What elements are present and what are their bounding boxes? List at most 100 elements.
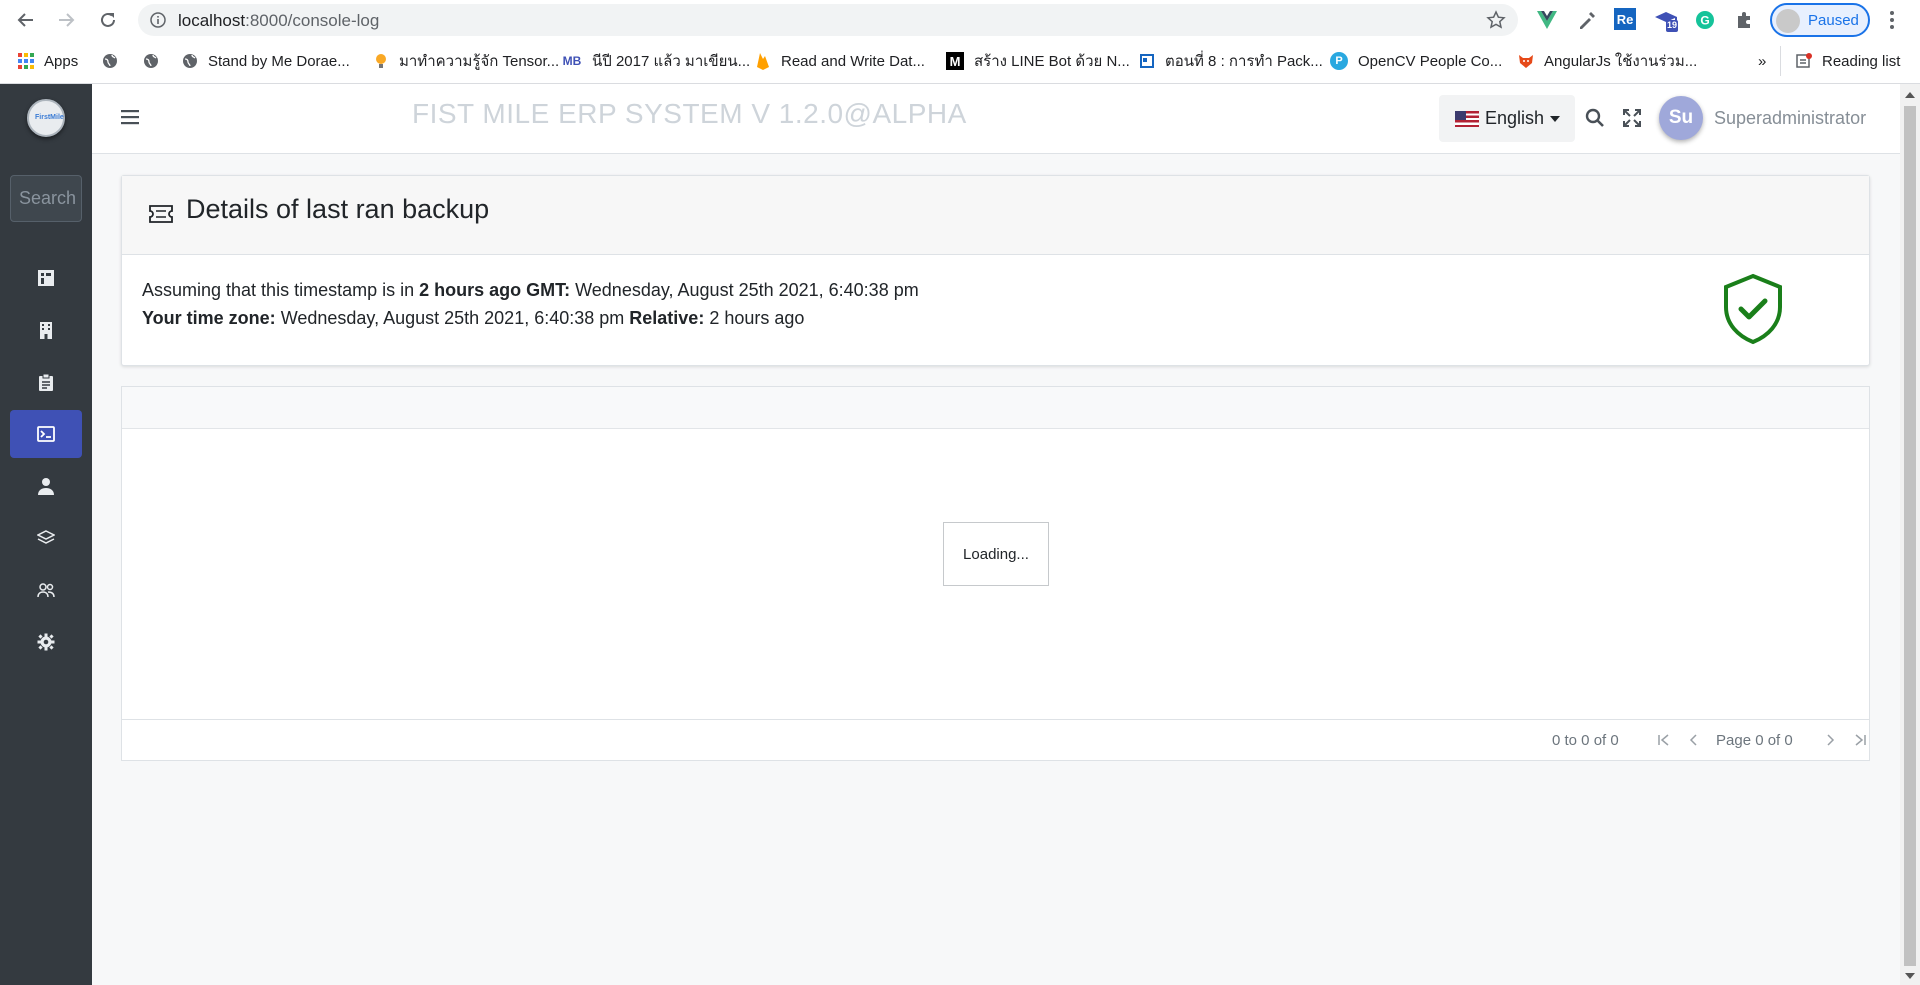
caret-down-icon (1550, 115, 1561, 122)
timestamp-line: Assuming that this timestamp is in 2 hou… (142, 280, 919, 300)
timezone-line: Your time zone: Wednesday, August 25th 2… (142, 308, 805, 328)
bookmark-angularjs[interactable]: AngularJs ใช้งานร่วม... (1518, 50, 1697, 72)
reading-list-icon (1796, 53, 1812, 69)
user-name[interactable]: Superadministrator (1714, 108, 1866, 129)
globe-icon (182, 53, 198, 69)
globe-icon (102, 53, 118, 69)
backup-details-text: Assuming that this timestamp is in 2 hou… (142, 276, 919, 332)
previous-page-icon[interactable] (1686, 732, 1702, 748)
fox-icon (1518, 53, 1534, 69)
mb-logo-icon: MB (562, 54, 582, 68)
puzzle-extensions-icon[interactable] (1733, 8, 1757, 32)
console-log-grid: Loading... 0 to 0 of 0 Page 0 of 0 (121, 386, 1870, 761)
bookmark-read-write[interactable]: Read and Write Dat... (755, 50, 925, 72)
url-text: localhost:8000/console-log (178, 11, 380, 30)
graduation-cap-icon[interactable]: 19 (1654, 8, 1678, 32)
user-icon (38, 478, 54, 495)
fullscreen-icon[interactable] (1622, 108, 1642, 128)
card-title: Details of last ran backup (186, 194, 490, 224)
layers-icon (37, 530, 55, 544)
avatar[interactable]: Su (1659, 96, 1703, 140)
app-logo[interactable]: FirstMile (27, 99, 65, 137)
bookmark-globe-1[interactable] (102, 50, 128, 72)
bookmark-2017[interactable]: MB นีปี 2017 แล้ว มาเขียน... (562, 50, 751, 72)
re-extension-icon[interactable]: Re (1614, 8, 1636, 30)
sidebar-item-layers[interactable] (10, 514, 82, 562)
forward-button[interactable] (54, 8, 78, 32)
page-scrollbar[interactable] (1900, 84, 1920, 985)
bookmark-line-bot[interactable]: M สร้าง LINE Bot ด้วย N... (946, 50, 1130, 72)
app-sidebar: FirstMile Search (0, 84, 92, 985)
next-page-icon[interactable] (1822, 732, 1838, 748)
medium-icon: M (946, 52, 964, 70)
sidebar-item-1[interactable] (10, 254, 82, 302)
bookmark-opencv[interactable]: P OpenCV People Co... (1330, 50, 1502, 72)
browser-chrome: localhost:8000/console-log Re 19 G Pause… (0, 0, 1920, 84)
sidebar-item-settings[interactable] (10, 618, 82, 666)
scroll-up-icon[interactable] (1905, 92, 1915, 98)
reload-icon (101, 12, 115, 27)
article-icon (1139, 53, 1155, 69)
bookmark-globe-2[interactable] (143, 50, 169, 72)
hamburger-menu-icon[interactable] (120, 108, 140, 126)
row-range: 0 to 0 of 0 (1552, 732, 1619, 749)
pyimagesearch-icon: P (1330, 52, 1348, 70)
card-header: Details of last ran backup (122, 176, 1869, 255)
page-info: Page 0 of 0 (1716, 732, 1793, 749)
language-dropdown[interactable]: English (1439, 95, 1575, 142)
gear-icon (37, 633, 55, 651)
back-arrow-icon (17, 13, 33, 27)
info-icon (150, 12, 166, 28)
grid-header (122, 387, 1869, 429)
sidebar-search-input[interactable]: Search (10, 175, 82, 222)
bookmark-doraemon[interactable]: Stand by Me Dorae... (182, 50, 350, 72)
sidebar-item-user[interactable] (10, 462, 82, 510)
sidebar-item-users[interactable] (10, 566, 82, 614)
first-page-icon[interactable] (1656, 732, 1672, 748)
bookmark-apps[interactable]: Apps (18, 50, 78, 72)
extension-badge: 19 (1667, 20, 1678, 30)
scroll-down-icon[interactable] (1905, 973, 1915, 979)
bookmark-pack[interactable]: ตอนที่ 8 : การทำ Pack... (1139, 50, 1323, 72)
terminal-icon (37, 426, 55, 442)
globe-icon (143, 53, 159, 69)
reading-list-button[interactable]: Reading list (1796, 50, 1900, 72)
profile-button[interactable]: Paused (1770, 3, 1870, 37)
clipboard-icon (39, 373, 53, 391)
bookmarks-bar: Apps Stand by Me Dorae... มาทำความรู้จัก… (0, 44, 1920, 78)
backup-details-card: Details of last ran backup Assuming that… (121, 175, 1870, 366)
shield-check-icon (1724, 273, 1782, 345)
address-row: localhost:8000/console-log Re 19 G Pause… (0, 0, 1920, 40)
grammarly-icon[interactable]: G (1693, 8, 1717, 32)
last-page-icon[interactable] (1852, 732, 1868, 748)
bookmark-star-icon[interactable] (1486, 10, 1506, 30)
us-flag-icon (1455, 110, 1479, 127)
sidebar-item-3[interactable] (10, 358, 82, 406)
loading-overlay: Loading... (943, 522, 1049, 586)
app-header: FIST MILE ERP SYSTEM V 1.2.0@ALPHA Engli… (92, 84, 1900, 154)
search-icon[interactable] (1585, 108, 1605, 128)
bookmarks-divider (1780, 46, 1781, 76)
bookmark-tensor[interactable]: มาทำความรู้จัก Tensor... (373, 50, 559, 72)
grid-pagination: 0 to 0 of 0 Page 0 of 0 (122, 719, 1869, 760)
sidebar-item-console-log[interactable] (10, 410, 82, 458)
sidebar-item-2[interactable] (10, 306, 82, 354)
lightbulb-icon (373, 53, 389, 69)
more-bookmarks-button[interactable]: » (1758, 50, 1766, 72)
address-bar[interactable]: localhost:8000/console-log (138, 4, 1518, 36)
vue-devtools-icon[interactable] (1535, 8, 1559, 32)
profile-status: Paused (1808, 12, 1859, 29)
profile-avatar (1776, 9, 1800, 33)
svg-text:G: G (1700, 14, 1709, 28)
reload-button[interactable] (96, 8, 120, 32)
back-button[interactable] (14, 8, 38, 32)
building-columns-icon (38, 270, 54, 286)
app-title: FIST MILE ERP SYSTEM V 1.2.0@ALPHA (412, 98, 967, 129)
browser-menu-icon[interactable] (1888, 10, 1896, 30)
ticket-icon (149, 205, 173, 223)
firebase-icon (755, 53, 771, 70)
users-icon (37, 583, 55, 598)
eyedropper-icon[interactable] (1575, 8, 1599, 32)
scrollbar-thumb[interactable] (1904, 106, 1916, 966)
building-icon (40, 322, 52, 339)
